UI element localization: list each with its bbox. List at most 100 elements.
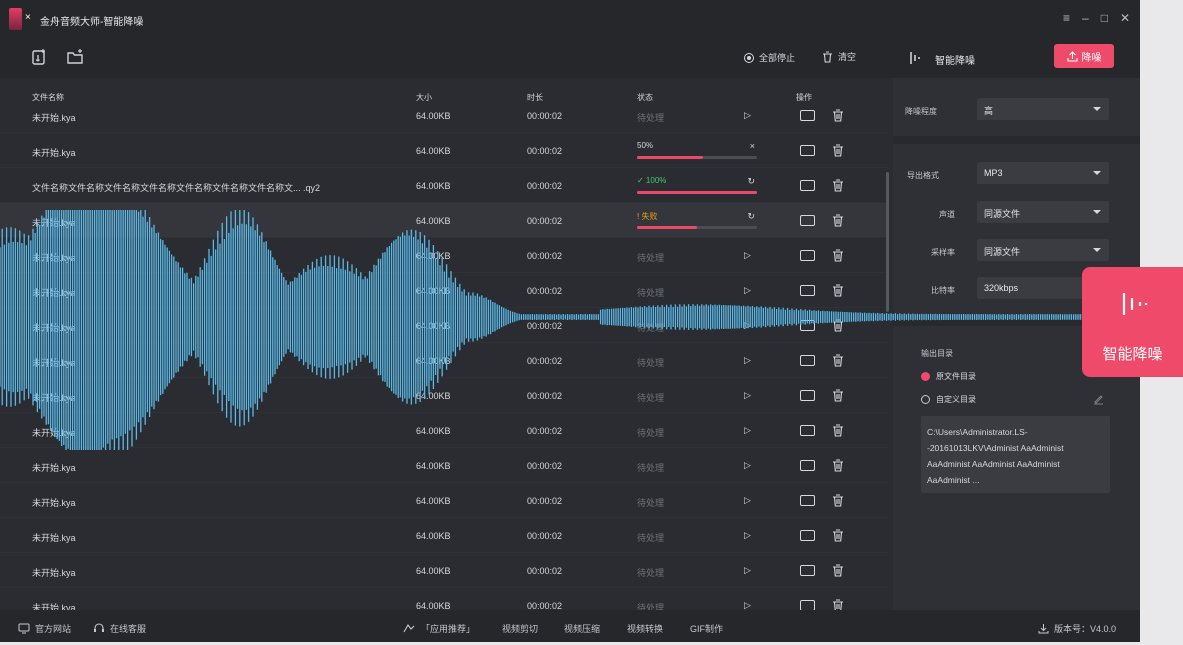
- channel-select[interactable]: 同源文件: [977, 201, 1109, 223]
- file-name: 未开始.kya: [32, 358, 76, 368]
- file-size: 64.00KB: [416, 531, 451, 541]
- format-select[interactable]: MP3: [977, 162, 1109, 184]
- recommend-link[interactable]: 「应用推荐」: [402, 622, 475, 635]
- trash-icon[interactable]: [832, 179, 844, 192]
- table-row[interactable]: 文件名称文件名称文件名称文件名称文件名称文件名称文件名称文... .qy2 64…: [0, 168, 888, 203]
- file-size: 64.00KB: [416, 181, 451, 191]
- table-row[interactable]: 未开始.kya 64.00KB 00:00:02 待处理 ▷: [0, 588, 888, 610]
- table-row[interactable]: 未开始.kya 64.00KB 00:00:02 待处理 ▷: [0, 518, 888, 553]
- clear-button[interactable]: 清空: [822, 50, 856, 63]
- play-icon[interactable]: ▷: [744, 320, 751, 331]
- trash-icon[interactable]: [832, 529, 844, 542]
- link-video-cut[interactable]: 视频剪切: [502, 622, 538, 635]
- link-video-convert[interactable]: 视频转换: [627, 622, 663, 635]
- folder-icon[interactable]: [800, 145, 815, 156]
- folder-icon[interactable]: [800, 600, 815, 610]
- play-icon[interactable]: ▷: [744, 250, 751, 261]
- table-row[interactable]: 未开始.kya 64.00KB 00:00:02 ! 失败 ↻: [0, 203, 888, 238]
- folder-icon[interactable]: [800, 530, 815, 541]
- play-icon[interactable]: ▷: [744, 565, 751, 576]
- file-name: 未开始.kya: [32, 323, 76, 333]
- trash-icon[interactable]: [832, 249, 844, 262]
- trash-icon[interactable]: [832, 494, 844, 507]
- scrollbar[interactable]: [886, 172, 889, 312]
- table-row[interactable]: 未开始.kya 64.00KB 00:00:02 待处理 ▷: [0, 343, 888, 378]
- file-name: 未开始.kya: [32, 218, 76, 228]
- play-icon[interactable]: ▷: [744, 425, 751, 436]
- table-row[interactable]: 未开始.kya 64.00KB 00:00:02 待处理 ▷: [0, 378, 888, 413]
- folder-icon[interactable]: [800, 425, 815, 436]
- file-duration: 00:00:02: [527, 391, 563, 401]
- trash-icon[interactable]: [832, 284, 844, 297]
- trash-icon[interactable]: [832, 214, 844, 227]
- folder-icon[interactable]: [800, 285, 815, 296]
- trash-icon[interactable]: [832, 144, 844, 157]
- trash-icon[interactable]: [832, 424, 844, 437]
- table-row[interactable]: 未开始.kya 64.00KB 00:00:02 待处理 ▷: [0, 413, 888, 448]
- folder-icon[interactable]: [800, 320, 815, 331]
- trash-icon[interactable]: [832, 109, 844, 122]
- retry-icon[interactable]: ↻: [747, 211, 755, 222]
- bitrate-value: 320kbps: [984, 283, 1019, 293]
- maximize-icon[interactable]: □: [1101, 11, 1108, 25]
- play-icon[interactable]: ▷: [744, 355, 751, 366]
- play-icon[interactable]: ▷: [744, 285, 751, 296]
- panel-header: 智能降噪 降噪: [893, 38, 1140, 78]
- link-video-compress[interactable]: 视频压缩: [564, 622, 600, 635]
- folder-icon[interactable]: [800, 565, 815, 576]
- website-link[interactable]: 官方网站: [18, 622, 71, 635]
- stop-all-button[interactable]: 全部停止: [744, 51, 795, 64]
- play-icon[interactable]: ▷: [744, 460, 751, 471]
- minimize-icon[interactable]: –: [1082, 11, 1089, 25]
- denoise-button[interactable]: 降噪: [1054, 44, 1114, 68]
- play-icon[interactable]: ▷: [744, 530, 751, 541]
- status-text: 待处理: [637, 358, 665, 368]
- table-row[interactable]: 未开始.kya 64.00KB 00:00:02 待处理 ▷: [0, 483, 888, 518]
- table-row[interactable]: 未开始.kya 64.00KB 00:00:02 待处理 ▷: [0, 553, 888, 588]
- table-row[interactable]: 未开始.kya 64.00KB 00:00:02 50% ×: [0, 133, 888, 168]
- trash-icon[interactable]: [832, 319, 844, 332]
- folder-icon[interactable]: [800, 180, 815, 191]
- folder-icon[interactable]: [800, 250, 815, 261]
- level-select[interactable]: 高: [977, 98, 1109, 120]
- radio-source-dir[interactable]: 原文件目录: [921, 371, 976, 382]
- table-row[interactable]: 未开始.kya 64.00KB 00:00:02 待处理 ▷: [0, 108, 888, 133]
- retry-icon[interactable]: ↻: [747, 176, 755, 187]
- folder-icon[interactable]: [800, 355, 815, 366]
- folder-icon[interactable]: [800, 110, 815, 121]
- play-icon[interactable]: ▷: [744, 110, 751, 121]
- file-duration: 00:00:02: [527, 251, 563, 261]
- folder-icon[interactable]: [800, 390, 815, 401]
- trash-icon[interactable]: [832, 599, 844, 610]
- support-link[interactable]: 在线客服: [93, 622, 146, 635]
- samplerate-select[interactable]: 同源文件: [977, 239, 1109, 261]
- trash-icon[interactable]: [832, 389, 844, 402]
- table-row[interactable]: 未开始.kya 64.00KB 00:00:02 待处理 ▷: [0, 308, 888, 343]
- edit-icon[interactable]: [1093, 394, 1104, 405]
- table-row[interactable]: 未开始.kya 64.00KB 00:00:02 待处理 ▷: [0, 273, 888, 308]
- radio-custom-dir[interactable]: 自定义目录: [921, 394, 976, 405]
- trash-icon[interactable]: [832, 564, 844, 577]
- play-icon[interactable]: ▷: [744, 600, 751, 610]
- link-gif[interactable]: GIF制作: [690, 622, 723, 635]
- status-text: ✓ 100%: [637, 176, 667, 185]
- folder-icon[interactable]: [800, 460, 815, 471]
- file-size: 64.00KB: [416, 286, 451, 296]
- close-icon[interactable]: ✕: [1120, 11, 1130, 25]
- table-row[interactable]: 未开始.kya 64.00KB 00:00:02 待处理 ▷: [0, 238, 888, 273]
- smart-denoise-badge[interactable]: 智能降噪: [1082, 267, 1183, 377]
- file-duration: 00:00:02: [527, 146, 563, 156]
- add-folder-icon[interactable]: [66, 48, 84, 66]
- app-logo-icon: [9, 8, 22, 30]
- folder-icon[interactable]: [800, 215, 815, 226]
- play-icon[interactable]: ▷: [744, 495, 751, 506]
- play-icon[interactable]: ▷: [744, 390, 751, 401]
- status-text: 待处理: [637, 428, 665, 438]
- menu-icon[interactable]: ≡: [1063, 11, 1070, 25]
- folder-icon[interactable]: [800, 495, 815, 506]
- trash-icon[interactable]: [832, 459, 844, 472]
- add-file-icon[interactable]: [30, 48, 48, 66]
- table-row[interactable]: 未开始.kya 64.00KB 00:00:02 待处理 ▷: [0, 448, 888, 483]
- cancel-icon[interactable]: ×: [750, 141, 755, 151]
- trash-icon[interactable]: [832, 354, 844, 367]
